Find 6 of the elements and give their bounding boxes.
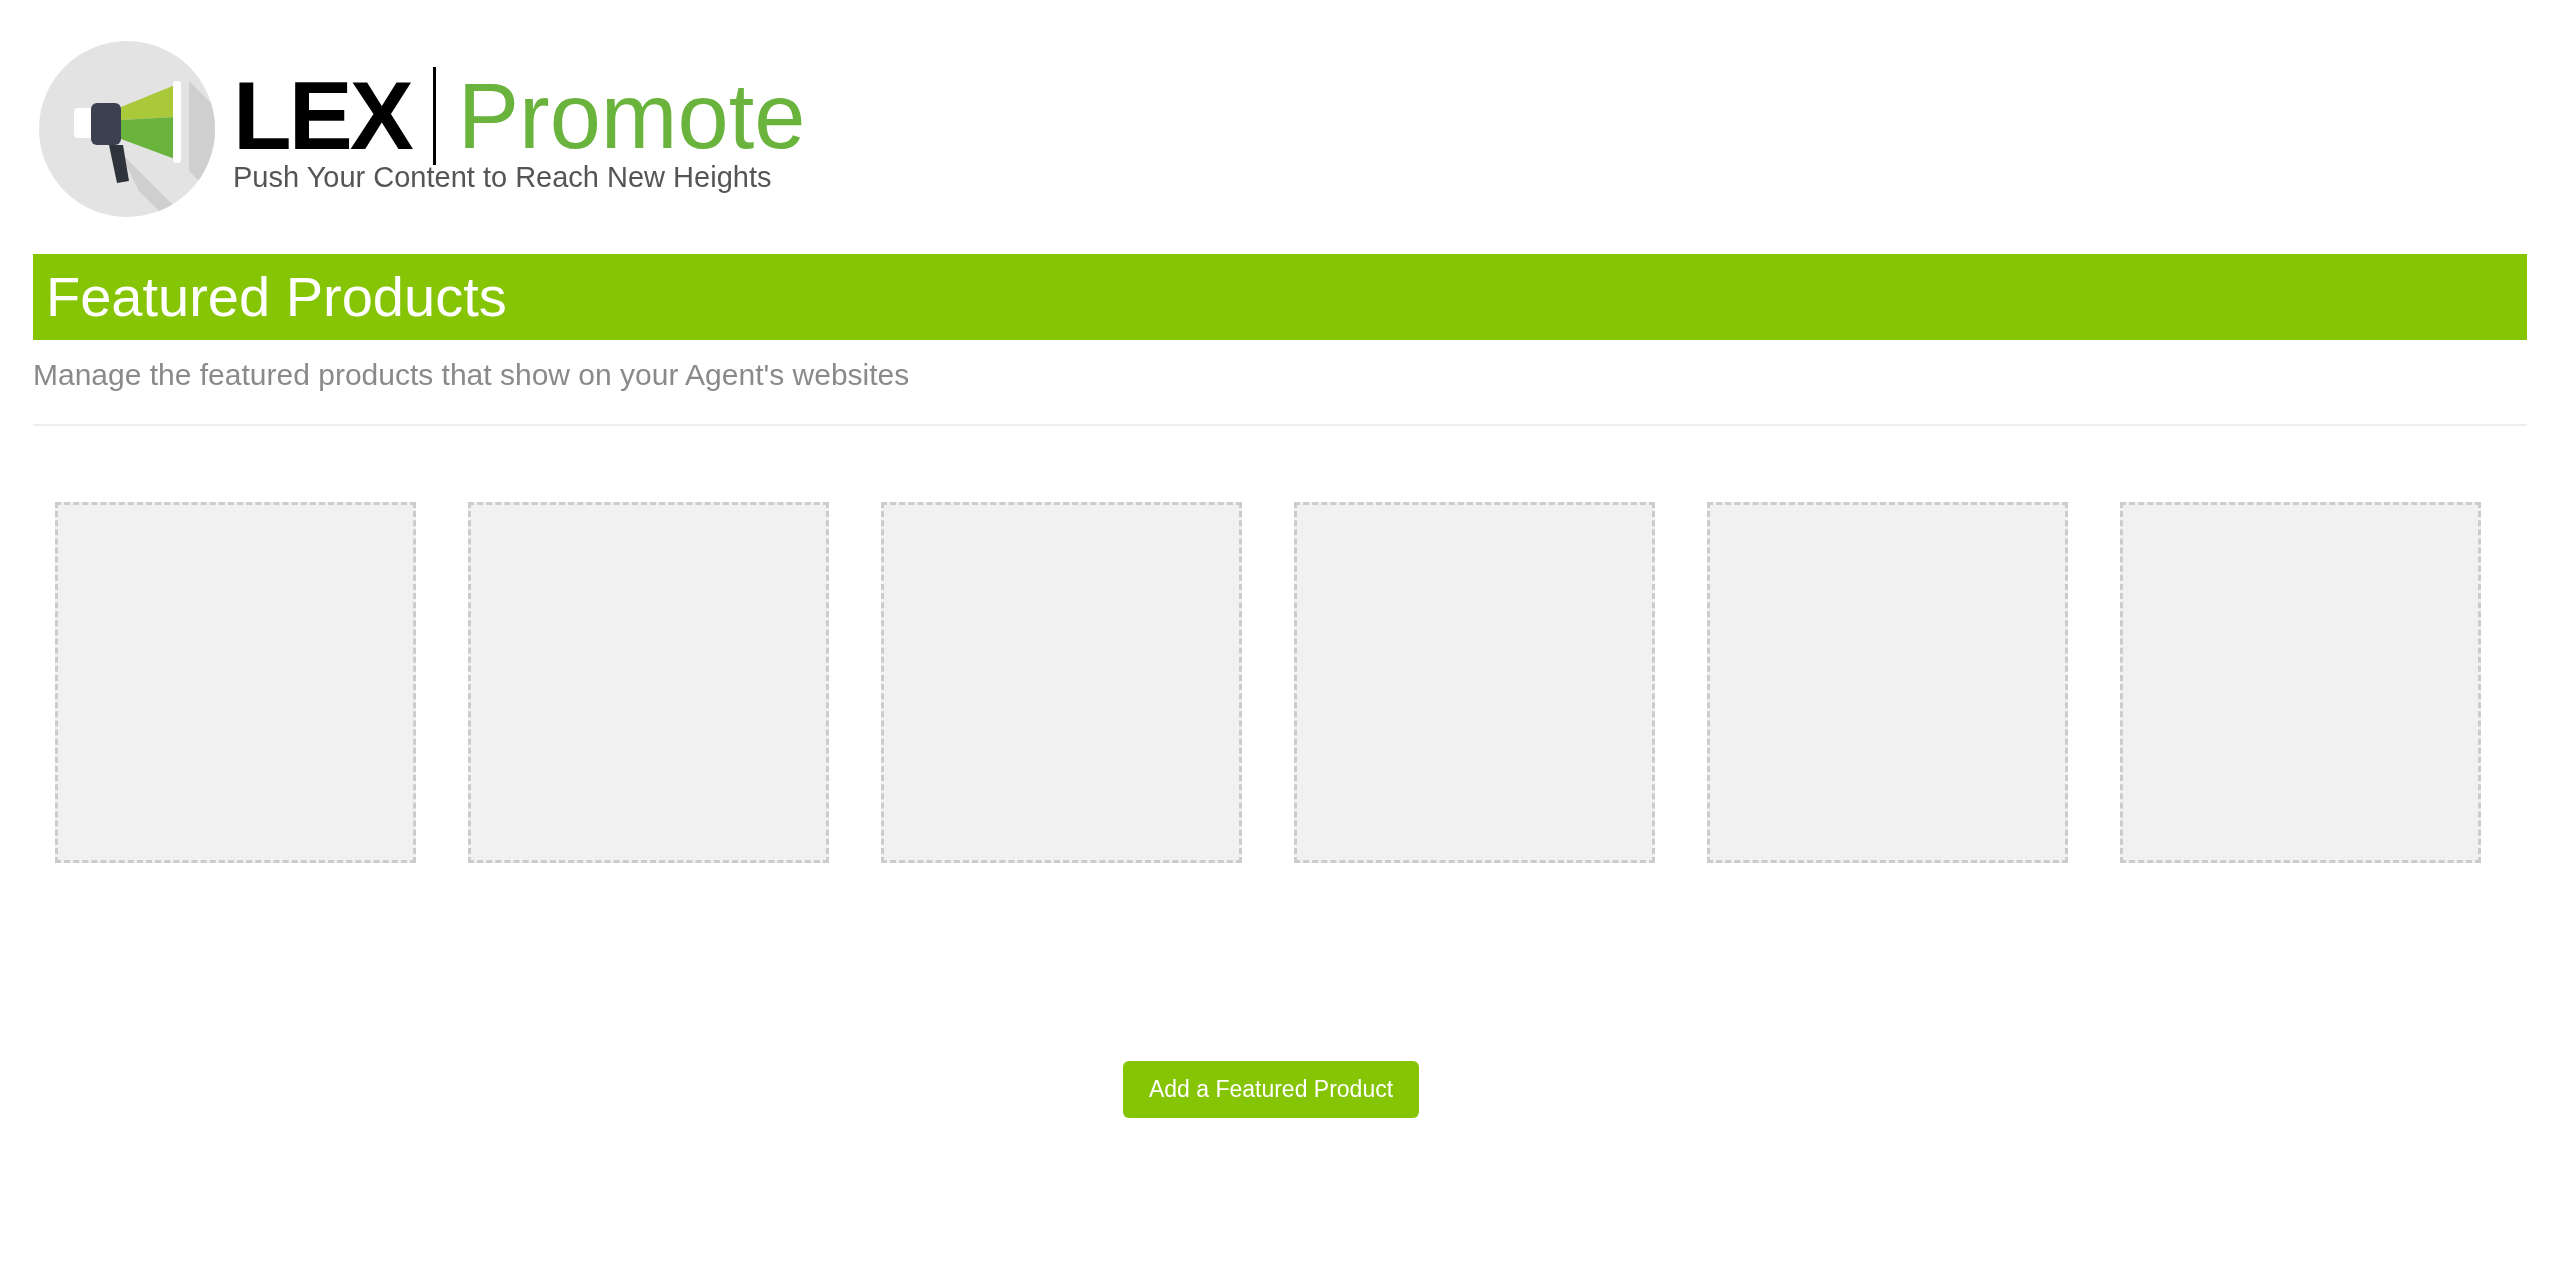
page-subtitle: Manage the featured products that show on your Agent's websites — [33, 360, 911, 390]
brand-name: LEX — [233, 67, 411, 164]
product-name: Promote — [457, 69, 806, 162]
page-title: Featured Products — [46, 269, 507, 325]
tagline: Push Your Content to Reach New Heights — [233, 162, 773, 192]
add-product-button[interactable]: Add a Featured Product — [1123, 1061, 1419, 1118]
